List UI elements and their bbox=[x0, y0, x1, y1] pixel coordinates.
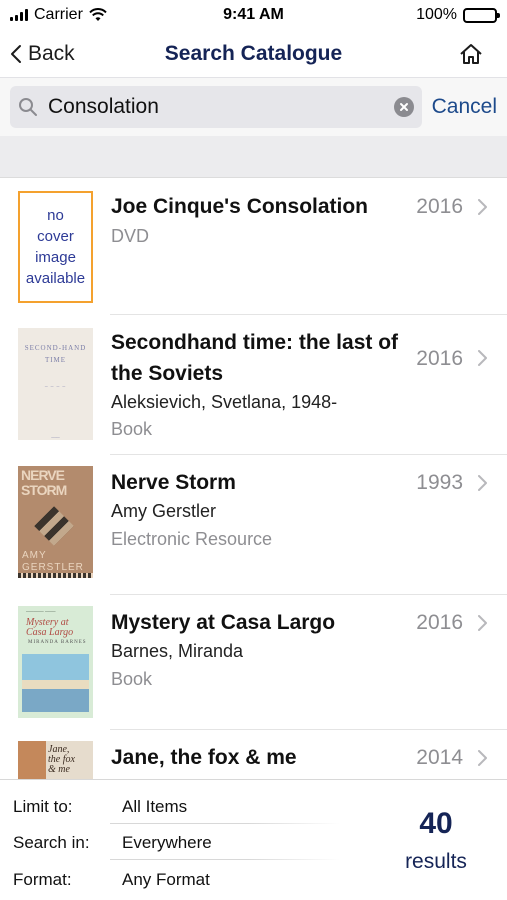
results-list: no cover image available Joe Cinque's Co… bbox=[0, 179, 507, 779]
result-row[interactable]: ───── ─── Mystery at Casa Largo MIRANDA … bbox=[0, 595, 507, 730]
result-year: 2016 bbox=[416, 611, 463, 634]
chevron-right-icon bbox=[478, 199, 487, 215]
cover-text: Casa Largo bbox=[26, 627, 74, 638]
result-author: Amy Gerstler bbox=[111, 501, 217, 521]
status-bar: Carrier 9:41 AM 100% bbox=[0, 0, 507, 30]
result-row[interactable]: NERVE STORM AMY GERSTLER Nerve Storm Amy… bbox=[0, 455, 507, 595]
carrier-label: Carrier bbox=[34, 6, 83, 23]
cover-text: STORM bbox=[21, 482, 67, 498]
result-count-label: results bbox=[405, 850, 467, 873]
cover-text: MIRANDA BARNES bbox=[28, 640, 87, 645]
cover-border bbox=[18, 573, 93, 578]
search-field[interactable] bbox=[10, 86, 422, 128]
filter-value: Any Format bbox=[122, 870, 210, 889]
chevron-left-icon bbox=[11, 44, 21, 63]
result-format: Book bbox=[111, 419, 153, 439]
cover-series-mark: ───── ─── bbox=[26, 610, 56, 615]
result-format: Electronic Resource bbox=[111, 529, 273, 549]
no-cover-placeholder: no cover image available bbox=[18, 191, 93, 303]
result-format: Book bbox=[111, 669, 153, 689]
filter-search-in[interactable]: Search in: Everywhere bbox=[13, 833, 212, 853]
cover-text: available bbox=[25, 270, 86, 287]
chevron-right-icon bbox=[478, 615, 487, 631]
result-title: Mystery at Casa Largo bbox=[111, 611, 336, 634]
chevron-right-icon bbox=[478, 475, 487, 491]
filter-value: Everywhere bbox=[122, 833, 212, 852]
result-year: 2016 bbox=[416, 347, 463, 370]
cover-text: SECOND-HAND bbox=[24, 344, 87, 352]
result-row[interactable]: Jane, the fox & me Jane, the fox & me 20… bbox=[0, 730, 507, 779]
search-bar: Cancel bbox=[0, 78, 507, 136]
cover-artwork bbox=[34, 506, 74, 546]
chevron-right-icon bbox=[478, 350, 487, 366]
cancel-button[interactable]: Cancel bbox=[432, 95, 497, 119]
result-title: Nerve Storm bbox=[111, 471, 236, 494]
page-title: Search Catalogue bbox=[164, 41, 343, 65]
cover-artwork bbox=[22, 654, 89, 712]
navigation-bar: Back Search Catalogue bbox=[0, 30, 507, 78]
cover-text: no bbox=[47, 207, 64, 224]
battery-percent: 100% bbox=[416, 6, 457, 23]
filter-label: Format: bbox=[13, 870, 72, 889]
result-year: 1993 bbox=[416, 471, 463, 494]
filter-label: Limit to: bbox=[13, 797, 73, 816]
cover-publisher-mark: ─── bbox=[51, 435, 60, 440]
filter-divider bbox=[110, 823, 340, 824]
chevron-right-icon bbox=[478, 750, 487, 766]
result-year: 2014 bbox=[416, 746, 463, 769]
status-left: Carrier bbox=[10, 6, 170, 24]
cover-text: AMY bbox=[22, 550, 47, 561]
cover-text: cover bbox=[37, 228, 74, 245]
result-year: 2016 bbox=[416, 195, 463, 218]
book-cover: ───── ─── Mystery at Casa Largo MIRANDA … bbox=[18, 606, 93, 718]
cover-title: Jane, the fox & me bbox=[48, 745, 75, 775]
result-title: Joe Cinque's Consolation bbox=[111, 195, 369, 218]
filter-panel: Limit to: All Items Search in: Everywher… bbox=[0, 779, 507, 900]
cover-text: NERVE bbox=[21, 467, 65, 483]
filter-divider bbox=[110, 859, 340, 860]
cover-author: AMY GERSTLER bbox=[22, 550, 84, 574]
filter-label: Search in: bbox=[13, 833, 90, 852]
cover-title: NERVE STORM bbox=[21, 467, 67, 498]
result-author: Aleksievich, Svetlana, 1948- bbox=[111, 392, 338, 412]
result-row[interactable]: SECOND-HAND TIME ─ ─ ─ ─ ─── Secondhand … bbox=[0, 315, 507, 455]
search-input[interactable] bbox=[48, 95, 384, 119]
status-right: 100% bbox=[337, 6, 500, 24]
book-cover: NERVE STORM AMY GERSTLER bbox=[18, 466, 93, 578]
home-button[interactable] bbox=[377, 43, 497, 65]
search-icon bbox=[19, 98, 37, 116]
result-author: Barnes, Miranda bbox=[111, 641, 244, 661]
result-format: DVD bbox=[111, 226, 150, 246]
clear-search-button[interactable] bbox=[393, 97, 414, 117]
book-cover: Jane, the fox & me bbox=[18, 741, 93, 779]
result-title: Secondhand time: the last of the Soviets bbox=[111, 331, 399, 385]
clear-icon bbox=[399, 103, 408, 111]
battery-icon bbox=[462, 7, 500, 23]
cover-title: Mystery at Casa Largo bbox=[26, 618, 73, 638]
back-button[interactable]: Back bbox=[10, 42, 130, 66]
filter-format[interactable]: Format: Any Format bbox=[13, 870, 210, 890]
wifi-icon bbox=[89, 8, 107, 21]
home-icon bbox=[460, 43, 482, 64]
results-header-band bbox=[0, 136, 507, 178]
filter-limit-to[interactable]: Limit to: All Items bbox=[13, 797, 187, 817]
cover-text: image bbox=[35, 249, 76, 266]
cover-author-mark: ─ ─ ─ ─ bbox=[44, 384, 67, 389]
signal-icon bbox=[10, 9, 28, 21]
cover-artwork bbox=[18, 741, 46, 779]
book-cover: SECOND-HAND TIME ─ ─ ─ ─ ─── bbox=[18, 328, 93, 440]
result-title: Jane, the fox & me bbox=[111, 746, 297, 769]
result-count: 40 bbox=[419, 807, 453, 840]
cover-text: TIME bbox=[44, 356, 67, 364]
filter-value: All Items bbox=[122, 797, 188, 816]
back-label: Back bbox=[28, 41, 75, 65]
status-time: 9:41 AM bbox=[223, 6, 284, 23]
result-row[interactable]: no cover image available Joe Cinque's Co… bbox=[0, 179, 507, 315]
cover-text: & me bbox=[48, 764, 70, 775]
